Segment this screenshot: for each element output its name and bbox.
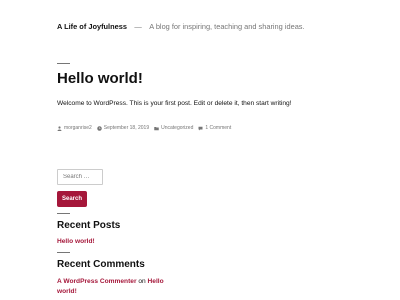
comment-author-link[interactable]: A WordPress Commenter (57, 278, 137, 285)
post-title[interactable]: Hello world! (57, 70, 143, 87)
site-description: A blog for inspiring, teaching and shari… (149, 22, 305, 31)
clock-icon (97, 125, 102, 131)
post-date-link[interactable]: September 18, 2019 (104, 125, 149, 131)
comment-connector: on (138, 278, 146, 285)
post-comments: 1 Comment (198, 125, 231, 131)
widget-divider (57, 252, 70, 253)
search-input[interactable] (57, 169, 103, 185)
recent-comment-item: A WordPress Commenter on Hello world! (57, 277, 177, 297)
site-title-link[interactable]: A Life of Joyfulness (57, 22, 127, 31)
title-separator: — (134, 22, 142, 31)
site-header: A Life of Joyfulness — A blog for inspir… (57, 16, 305, 34)
folder-icon (154, 126, 159, 130)
post-date: September 18, 2019 (97, 125, 149, 131)
post-category: Uncategorized (154, 125, 193, 131)
post-author-link[interactable]: morganrise2 (64, 125, 92, 131)
comment-icon (198, 126, 203, 130)
post-category-link[interactable]: Uncategorized (161, 125, 193, 131)
post-meta: morganrise2 September 18, 2019 Uncategor… (57, 125, 236, 131)
recent-posts-heading: Recent Posts (57, 220, 121, 231)
search-button[interactable]: Search (57, 191, 87, 207)
post-author: morganrise2 (57, 125, 92, 131)
post-body: Welcome to WordPress. This is your first… (57, 100, 292, 107)
post-divider (57, 63, 70, 64)
user-icon (57, 125, 62, 131)
post-comments-link[interactable]: 1 Comment (205, 125, 231, 131)
recent-comments-heading: Recent Comments (57, 259, 145, 270)
widget-divider (57, 213, 70, 214)
recent-post-item: Hello world! (57, 238, 95, 245)
recent-post-link[interactable]: Hello world! (57, 238, 95, 245)
